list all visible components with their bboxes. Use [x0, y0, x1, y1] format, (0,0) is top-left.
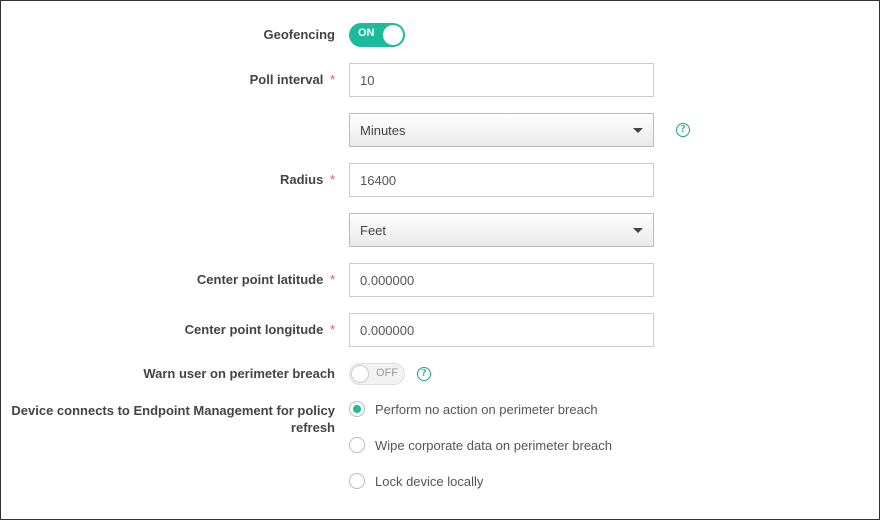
- row-radius-unit: Feet: [1, 213, 879, 247]
- required-marker: *: [330, 72, 335, 87]
- radio-label-wipe: Wipe corporate data on perimeter breach: [375, 438, 612, 453]
- chevron-down-icon: [633, 128, 643, 133]
- radio-icon: [349, 437, 365, 453]
- row-policy-refresh: Device connects to Endpoint Management f…: [1, 401, 879, 489]
- poll-interval-input[interactable]: [349, 63, 654, 97]
- warn-breach-toggle[interactable]: OFF: [349, 363, 405, 385]
- required-marker: *: [330, 322, 335, 337]
- row-poll-interval: Poll interval *: [1, 63, 879, 97]
- help-icon[interactable]: ?: [676, 123, 690, 137]
- row-geofencing: Geofencing ON: [1, 23, 879, 47]
- toggle-off-text: OFF: [376, 367, 398, 379]
- label-latitude: Center point latitude: [197, 272, 323, 287]
- toggle-knob: [351, 365, 369, 383]
- label-poll-interval: Poll interval: [250, 72, 324, 87]
- latitude-input[interactable]: [349, 263, 654, 297]
- toggle-on-text: ON: [358, 27, 375, 39]
- poll-interval-unit-value: Minutes: [360, 123, 406, 138]
- row-longitude: Center point longitude *: [1, 313, 879, 347]
- row-poll-interval-unit: Minutes ?: [1, 113, 879, 147]
- row-warn-breach: Warn user on perimeter breach OFF ?: [1, 363, 879, 385]
- label-radius: Radius: [280, 172, 323, 187]
- radius-unit-value: Feet: [360, 223, 386, 238]
- required-marker: *: [330, 272, 335, 287]
- chevron-down-icon: [633, 228, 643, 233]
- radio-option-lock[interactable]: Lock device locally: [349, 473, 612, 489]
- radio-option-wipe[interactable]: Wipe corporate data on perimeter breach: [349, 437, 612, 453]
- row-latitude: Center point latitude *: [1, 263, 879, 297]
- geofencing-settings-panel: Geofencing ON Poll interval * Minutes ?: [0, 0, 880, 520]
- radio-label-no-action: Perform no action on perimeter breach: [375, 402, 598, 417]
- label-longitude: Center point longitude: [185, 322, 324, 337]
- label-policy-refresh: Device connects to Endpoint Management f…: [1, 401, 349, 437]
- radio-option-no-action[interactable]: Perform no action on perimeter breach: [349, 401, 612, 417]
- radio-icon: [349, 473, 365, 489]
- toggle-knob: [383, 25, 403, 45]
- label-warn-breach: Warn user on perimeter breach: [1, 366, 349, 383]
- radius-unit-select[interactable]: Feet: [349, 213, 654, 247]
- radio-icon: [349, 401, 365, 417]
- geofencing-toggle[interactable]: ON: [349, 23, 405, 47]
- radius-input[interactable]: [349, 163, 654, 197]
- required-marker: *: [330, 172, 335, 187]
- label-geofencing: Geofencing: [1, 27, 349, 44]
- longitude-input[interactable]: [349, 313, 654, 347]
- help-icon[interactable]: ?: [417, 367, 431, 381]
- poll-interval-unit-select[interactable]: Minutes: [349, 113, 654, 147]
- radio-label-lock: Lock device locally: [375, 474, 483, 489]
- row-radius: Radius *: [1, 163, 879, 197]
